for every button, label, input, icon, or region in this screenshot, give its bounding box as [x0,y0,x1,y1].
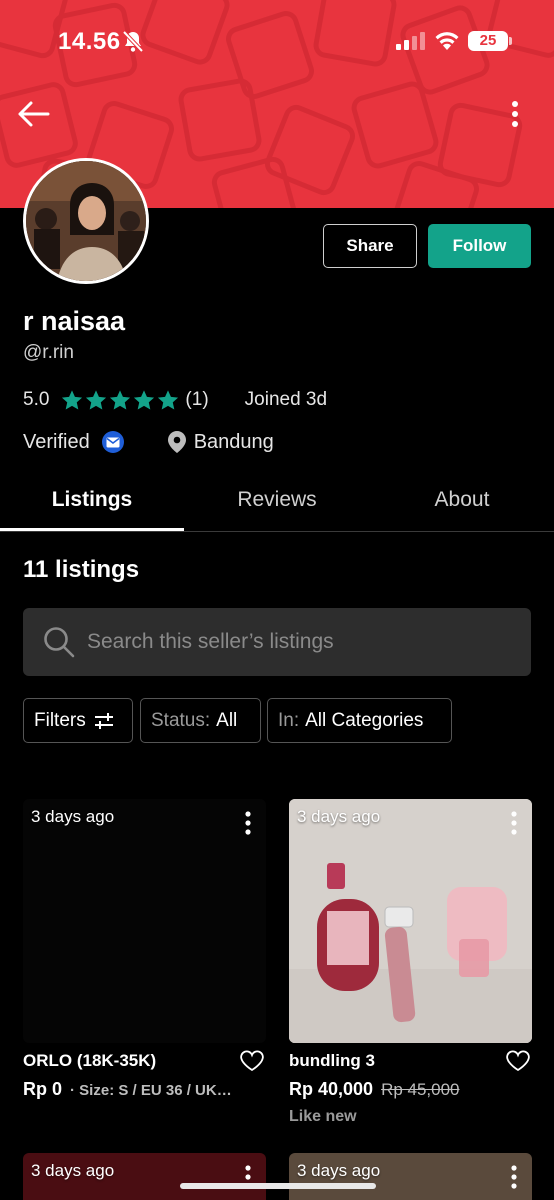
star-icon [62,390,83,410]
tab-reviews[interactable]: Reviews [185,470,369,530]
star-rating [61,389,179,411]
more-options-icon[interactable] [500,96,530,132]
search-placeholder: Search this seller’s listings [87,630,334,653]
listing-original-price: Rp 45,000 [381,1080,460,1099]
review-count: (1) [185,389,209,410]
tab-about[interactable]: About [370,470,554,530]
verification-row: Verified Bandung [23,428,274,456]
listing-more-icon[interactable] [510,811,518,835]
verified-label: Verified [23,430,90,453]
wifi-icon [435,32,459,50]
star-icon [134,390,155,410]
location-pin-icon [167,431,186,453]
status-bar: 14.56 25 [0,0,554,80]
joined-date: Joined 3d [244,389,328,410]
cellular-signal-icon [396,32,425,50]
listing-date: 3 days ago [297,1161,381,1180]
share-button[interactable]: Share [323,224,417,268]
listing-image[interactable]: 3 days ago [23,799,266,1043]
profile-name: r naisaa [23,306,126,336]
follow-button[interactable]: Follow [428,224,531,268]
listings-count: 11 listings [23,556,140,583]
heart-icon[interactable] [240,1050,264,1072]
listing-price-row: Rp 0 · Size: S / EU 36 / UK… [23,1079,232,1100]
listing-image[interactable]: 3 days ago [23,1153,266,1200]
listing-size: · Size: S / EU 36 / UK… [70,1082,232,1099]
filters-label: Filters [34,709,86,731]
status-time: 14.56 [58,28,121,55]
tab-listings[interactable]: Listings [0,470,184,530]
category-filter[interactable]: In: All Categories [267,698,452,743]
search-input[interactable]: Search this seller’s listings [23,608,531,676]
sliders-icon [94,712,113,729]
profile-handle: @r.rin [23,342,74,363]
bell-muted-icon [122,30,144,53]
star-icon [110,390,131,410]
back-arrow-icon[interactable] [14,96,54,132]
listing-more-icon[interactable] [510,1165,518,1189]
rating-row[interactable]: 5.0 (1) Joined 3d [23,386,327,414]
filters-button[interactable]: Filters [23,698,133,743]
listing-price: Rp 0 [23,1079,63,1099]
listing-condition: Like new [289,1108,357,1125]
profile-tabs: Listings Reviews About [0,470,554,532]
listing-title[interactable]: bundling 3 [289,1051,375,1071]
listing-date: 3 days ago [297,807,381,826]
avatar[interactable] [23,158,149,284]
category-filter-prefix: In: [278,709,300,731]
status-filter-value: All [216,709,238,731]
rating-value: 5.0 [23,389,50,410]
category-filter-value: All Categories [305,709,424,731]
listing-date: 3 days ago [31,807,115,826]
star-icon [86,390,107,410]
avatar-photo [26,161,146,281]
active-tab-indicator [0,528,184,531]
home-indicator[interactable] [180,1183,376,1189]
listing-more-icon[interactable] [244,811,252,835]
listing-image[interactable]: 3 days ago [289,1153,532,1200]
listing-title[interactable]: ORLO (18K-35K) [23,1051,156,1071]
listing-photo [289,799,532,1043]
email-verified-icon [101,431,124,453]
listing-date: 3 days ago [31,1161,115,1180]
battery-indicator: 25 [468,31,512,51]
status-filter-prefix: Status: [151,709,211,731]
location-label: Bandung [193,430,274,453]
listing-image[interactable]: 3 days ago [289,799,532,1043]
heart-icon[interactable] [506,1050,530,1072]
listing-price-row: Rp 40,000 Rp 45,000 [289,1079,460,1100]
listing-price: Rp 40,000 [289,1079,374,1099]
star-icon [158,390,179,410]
search-icon [44,627,75,658]
status-filter[interactable]: Status: All [140,698,261,743]
